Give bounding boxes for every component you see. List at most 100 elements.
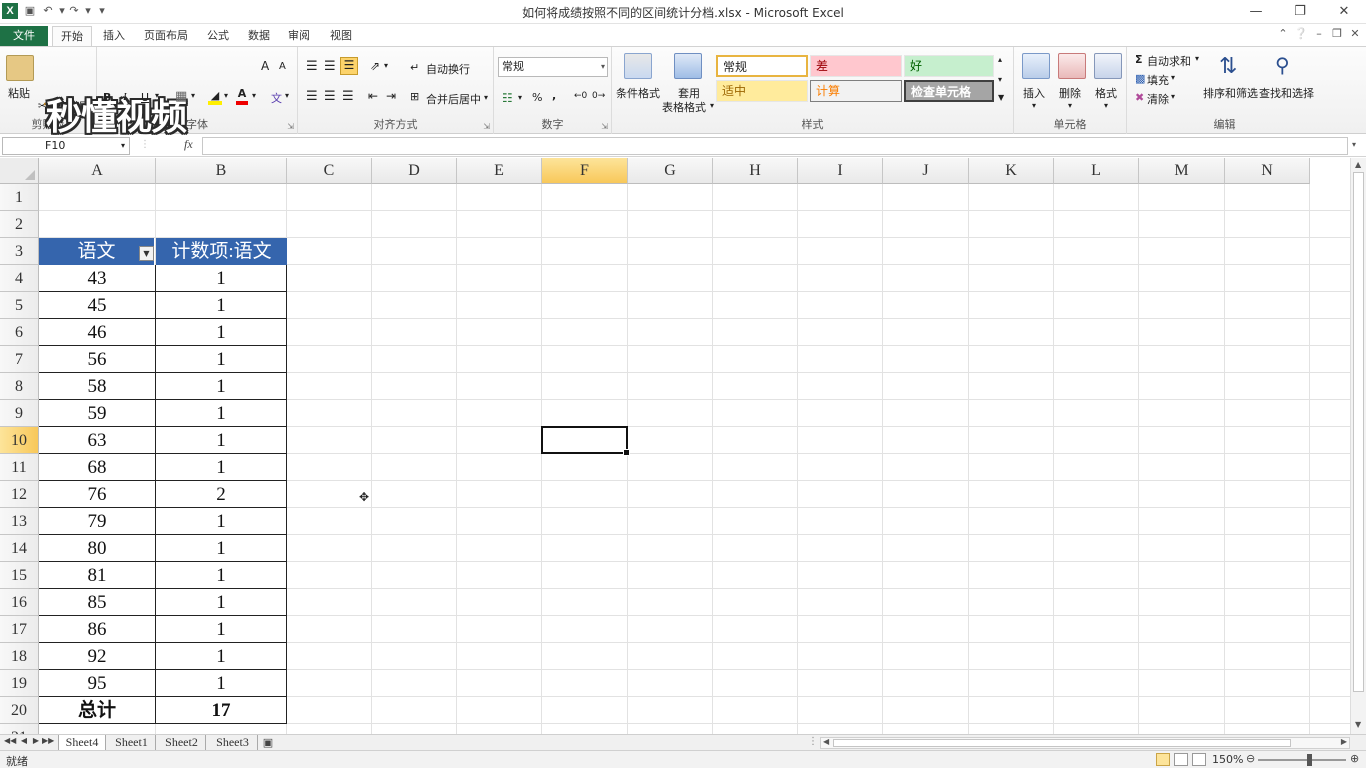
pivot-row-score[interactable]: 76 <box>39 481 156 508</box>
column-header-g[interactable]: G <box>628 158 713 184</box>
pivot-row-score[interactable]: 59 <box>39 400 156 427</box>
pivot-row-count[interactable]: 1 <box>156 643 287 670</box>
select-all-corner[interactable] <box>0 158 39 184</box>
phonetic-dropdown-icon[interactable]: ▾ <box>285 91 289 100</box>
pivot-row-count[interactable]: 1 <box>156 562 287 589</box>
row-header-13[interactable]: 13 <box>0 508 39 535</box>
column-header-c[interactable]: C <box>287 158 372 184</box>
autosum-icon[interactable]: Σ <box>1135 53 1143 66</box>
style-good[interactable]: 好 <box>904 55 994 77</box>
increase-indent-icon[interactable]: ⇥ <box>386 89 396 103</box>
pivot-row-count[interactable]: 1 <box>156 265 287 292</box>
currency-dropdown-icon[interactable]: ▾ <box>518 93 522 102</box>
pivot-row-count[interactable]: 1 <box>156 319 287 346</box>
last-sheet-icon[interactable]: ▶▶ <box>42 736 54 745</box>
pivot-row-count[interactable]: 1 <box>156 670 287 697</box>
row-header-17[interactable]: 17 <box>0 616 39 643</box>
decrease-indent-icon[interactable]: ⇤ <box>368 89 378 103</box>
orientation-icon[interactable]: ⇗ <box>370 59 380 73</box>
sheet-tab-sheet4[interactable]: Sheet4 <box>58 735 106 751</box>
row-header-6[interactable]: 6 <box>0 319 39 346</box>
row-header-2[interactable]: 2 <box>0 211 39 238</box>
fill-color-icon[interactable]: ◢ <box>208 89 222 105</box>
close-button[interactable]: ✕ <box>1322 0 1366 24</box>
pivot-row-score[interactable]: 58 <box>39 373 156 400</box>
zoom-in-icon[interactable]: ⊕ <box>1350 752 1359 765</box>
row-header-10[interactable]: 10 <box>0 427 39 454</box>
row-header-21[interactable]: 21 <box>0 724 39 734</box>
row-header-16[interactable]: 16 <box>0 589 39 616</box>
italic-button[interactable]: I <box>123 91 127 103</box>
customize-qat-icon[interactable]: ▾ <box>94 3 110 19</box>
styles-more-icon[interactable]: ▼ <box>998 93 1004 102</box>
column-header-i[interactable]: I <box>798 158 883 184</box>
percent-button[interactable]: % <box>532 91 542 104</box>
delete-cells-icon[interactable] <box>1058 53 1086 79</box>
excel-app-icon[interactable]: X <box>2 3 18 19</box>
pivot-row-count[interactable]: 1 <box>156 373 287 400</box>
clear-icon[interactable]: ✖ <box>1135 91 1144 104</box>
tab-file[interactable]: 文件 <box>0 26 48 46</box>
styles-scroll-up-icon[interactable]: ▴ <box>998 55 1002 64</box>
pivot-row-score[interactable]: 79 <box>39 508 156 535</box>
format-dropdown-icon[interactable]: ▾ <box>1104 101 1108 110</box>
sheet-tab-sheet3[interactable]: Sheet3 <box>208 735 258 751</box>
column-header-d[interactable]: D <box>372 158 457 184</box>
column-header-k[interactable]: K <box>969 158 1054 184</box>
pivot-row-score[interactable]: 45 <box>39 292 156 319</box>
tab-home[interactable]: 开始 <box>52 26 92 46</box>
row-header-18[interactable]: 18 <box>0 643 39 670</box>
pivot-row-score[interactable]: 56 <box>39 346 156 373</box>
sort-filter-icon[interactable]: ⇅ <box>1219 53 1237 79</box>
name-box[interactable]: F10 ▾ <box>2 137 130 155</box>
column-header-e[interactable]: E <box>457 158 542 184</box>
currency-icon[interactable]: ☷ <box>502 91 513 105</box>
paste-icon[interactable] <box>6 55 34 81</box>
pivot-header-subject[interactable]: 语文 <box>39 238 155 265</box>
row-header-12[interactable]: 12 <box>0 481 39 508</box>
row-header-20[interactable]: 20 <box>0 697 39 724</box>
pivot-row-score[interactable]: 68 <box>39 454 156 481</box>
pivot-row-score[interactable]: 81 <box>39 562 156 589</box>
tab-formulas[interactable]: 公式 <box>200 26 236 46</box>
pivot-row-score[interactable]: 95 <box>39 670 156 697</box>
pivot-row-score[interactable]: 80 <box>39 535 156 562</box>
row-header-1[interactable]: 1 <box>0 184 39 211</box>
conditional-format-button[interactable]: 条件格式 <box>616 85 660 101</box>
styles-scroll-down-icon[interactable]: ▾ <box>998 75 1002 84</box>
pivot-row-count[interactable]: 1 <box>156 427 287 454</box>
save-icon[interactable]: ▣ <box>22 3 38 19</box>
border-icon[interactable]: ▦ <box>175 89 187 104</box>
active-cell-f10[interactable] <box>541 426 630 456</box>
row-header-9[interactable]: 9 <box>0 400 39 427</box>
comma-button[interactable]: , <box>552 89 556 102</box>
column-header-a[interactable]: A <box>39 158 156 184</box>
align-middle-icon[interactable]: ☰ <box>324 59 336 74</box>
page-layout-view-button[interactable] <box>1174 753 1188 766</box>
orientation-dropdown-icon[interactable]: ▾ <box>384 61 388 70</box>
grow-font-button[interactable]: A <box>261 59 269 73</box>
workbook-minimize-icon[interactable]: – <box>1312 27 1326 40</box>
conditional-format-icon[interactable] <box>624 53 652 79</box>
zoom-slider-thumb[interactable] <box>1307 754 1312 766</box>
next-sheet-icon[interactable]: ▶ <box>30 736 42 745</box>
pivot-row-count[interactable]: 1 <box>156 400 287 427</box>
font-launcher-icon[interactable]: ⇲ <box>287 122 294 131</box>
fill-color-dropdown-icon[interactable]: ▾ <box>224 91 228 100</box>
pivot-row-score[interactable]: 92 <box>39 643 156 670</box>
insert-cells-button[interactable]: 插入 <box>1023 85 1045 101</box>
insert-dropdown-icon[interactable]: ▾ <box>1032 101 1036 110</box>
font-color-dropdown-icon[interactable]: ▾ <box>252 91 256 100</box>
row-header-4[interactable]: 4 <box>0 265 39 292</box>
tab-view[interactable]: 视图 <box>324 26 358 46</box>
tab-data[interactable]: 数据 <box>242 26 276 46</box>
pivot-row-score[interactable]: 86 <box>39 616 156 643</box>
normal-view-button[interactable] <box>1156 753 1170 766</box>
pivot-total-label[interactable]: 总计 <box>39 697 156 724</box>
row-header-11[interactable]: 11 <box>0 454 39 481</box>
row-header-3[interactable]: 3 <box>0 238 39 265</box>
tab-page-layout[interactable]: 页面布局 <box>138 26 194 46</box>
fill-button[interactable]: 填充 <box>1147 72 1169 88</box>
clear-button[interactable]: 清除 <box>1147 91 1169 107</box>
format-cells-icon[interactable] <box>1094 53 1122 79</box>
